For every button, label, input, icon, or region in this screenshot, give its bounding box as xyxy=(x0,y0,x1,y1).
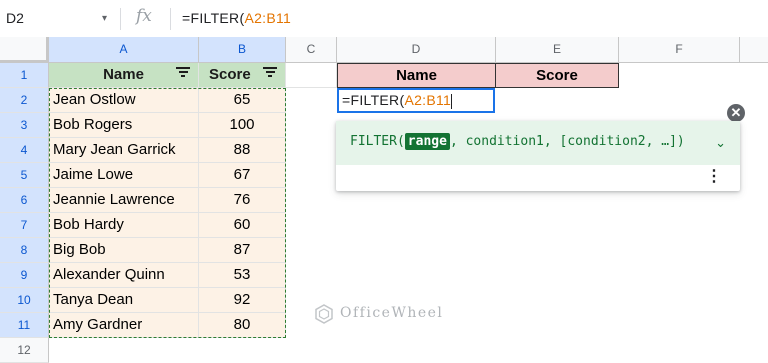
select-all-corner[interactable] xyxy=(0,37,49,63)
name-box[interactable]: D2 xyxy=(6,10,24,26)
divider xyxy=(170,8,171,30)
score-cell[interactable]: 100 xyxy=(199,113,286,138)
row-header[interactable]: 6 xyxy=(0,188,49,213)
score-cell[interactable]: 76 xyxy=(199,188,286,213)
watermark-text: OfficeWheel xyxy=(340,305,444,321)
more-options-icon[interactable]: ⋮ xyxy=(706,169,722,185)
name-cell[interactable]: Bob Hardy xyxy=(49,213,199,238)
formula-range-ref: A2:B11 xyxy=(244,10,292,26)
name-cell[interactable]: Big Bob xyxy=(49,238,199,263)
header-cell-score[interactable]: Score xyxy=(199,63,286,88)
score-cell[interactable]: 92 xyxy=(199,288,286,313)
formula-input[interactable]: =FILTER(A2:B11 xyxy=(182,10,291,26)
name-cell[interactable]: Jeannie Lawrence xyxy=(49,188,199,213)
name-cell[interactable]: Amy Gardner xyxy=(49,313,199,338)
row-header[interactable]: 7 xyxy=(0,213,49,238)
score-cell[interactable]: 60 xyxy=(199,213,286,238)
cell[interactable] xyxy=(286,63,337,88)
function-signature-bar[interactable]: FILTER(range, condition1, [condition2, …… xyxy=(336,121,740,165)
column-header-c[interactable]: C xyxy=(286,37,337,63)
formula-help-tooltip: FILTER(range, condition1, [condition2, …… xyxy=(336,121,740,191)
row-header[interactable]: 3 xyxy=(0,113,49,138)
editor-prefix: =FILTER( xyxy=(342,92,405,108)
active-argument: range xyxy=(404,133,450,150)
divider xyxy=(120,8,121,30)
row-header[interactable]: 5 xyxy=(0,163,49,188)
name-cell[interactable]: Mary Jean Garrick xyxy=(49,138,199,163)
row-header[interactable]: 10 xyxy=(0,288,49,313)
chevron-down-icon[interactable]: ▾ xyxy=(102,13,107,24)
score-cell[interactable]: 67 xyxy=(199,163,286,188)
column-header-a[interactable]: A xyxy=(49,37,199,63)
close-icon[interactable]: ✕ xyxy=(727,104,745,122)
officewheel-logo-icon xyxy=(315,304,333,324)
row-header[interactable]: 2 xyxy=(0,88,49,113)
column-header-e[interactable]: E xyxy=(496,37,619,63)
chevron-down-icon[interactable]: ⌄ xyxy=(715,135,726,151)
score-cell[interactable]: 88 xyxy=(199,138,286,163)
column-header-d[interactable]: D xyxy=(337,37,496,63)
function-signature: FILTER(range, condition1, [condition2, …… xyxy=(350,133,685,150)
filter-icon[interactable] xyxy=(176,67,190,79)
editor-range-ref: A2:B11 xyxy=(404,92,452,108)
output-header-name[interactable]: Name xyxy=(337,63,496,88)
row-header[interactable]: 8 xyxy=(0,238,49,263)
score-cell[interactable]: 65 xyxy=(199,88,286,113)
column-header-b[interactable]: B xyxy=(199,37,286,63)
function-name: FILTER( xyxy=(350,134,405,149)
score-cell[interactable]: 80 xyxy=(199,313,286,338)
text-caret xyxy=(451,93,453,109)
name-cell[interactable]: Alexander Quinn xyxy=(49,263,199,288)
output-header-score[interactable]: Score xyxy=(495,63,619,88)
header-cell-name[interactable]: Name xyxy=(49,63,199,88)
row-header[interactable]: 9 xyxy=(0,263,49,288)
column-header-g[interactable] xyxy=(740,37,768,63)
formula-bar: D2 ▾ fx =FILTER(A2:B11 xyxy=(0,0,768,38)
name-cell[interactable]: Tanya Dean xyxy=(49,288,199,313)
score-cell[interactable]: 87 xyxy=(199,238,286,263)
formula-prefix: =FILTER( xyxy=(182,10,245,26)
fx-icon: fx xyxy=(136,6,152,26)
name-cell[interactable]: Bob Rogers xyxy=(49,113,199,138)
name-cell[interactable]: Jaime Lowe xyxy=(49,163,199,188)
filter-icon[interactable] xyxy=(263,67,277,79)
row-header[interactable]: 11 xyxy=(0,313,49,338)
row-header[interactable]: 4 xyxy=(0,138,49,163)
row-header[interactable]: 1 xyxy=(0,63,49,88)
score-cell[interactable]: 53 xyxy=(199,263,286,288)
column-header-f[interactable]: F xyxy=(619,37,740,63)
row-header[interactable]: 12 xyxy=(0,338,49,363)
remaining-arguments: , condition1, [condition2, …]) xyxy=(449,134,685,149)
header-label: Score xyxy=(209,66,251,83)
name-cell[interactable]: Jean Ostlow xyxy=(49,88,199,113)
header-label: Name xyxy=(103,66,144,83)
cell-editor-d2[interactable]: =FILTER(A2:B11 xyxy=(337,88,495,113)
